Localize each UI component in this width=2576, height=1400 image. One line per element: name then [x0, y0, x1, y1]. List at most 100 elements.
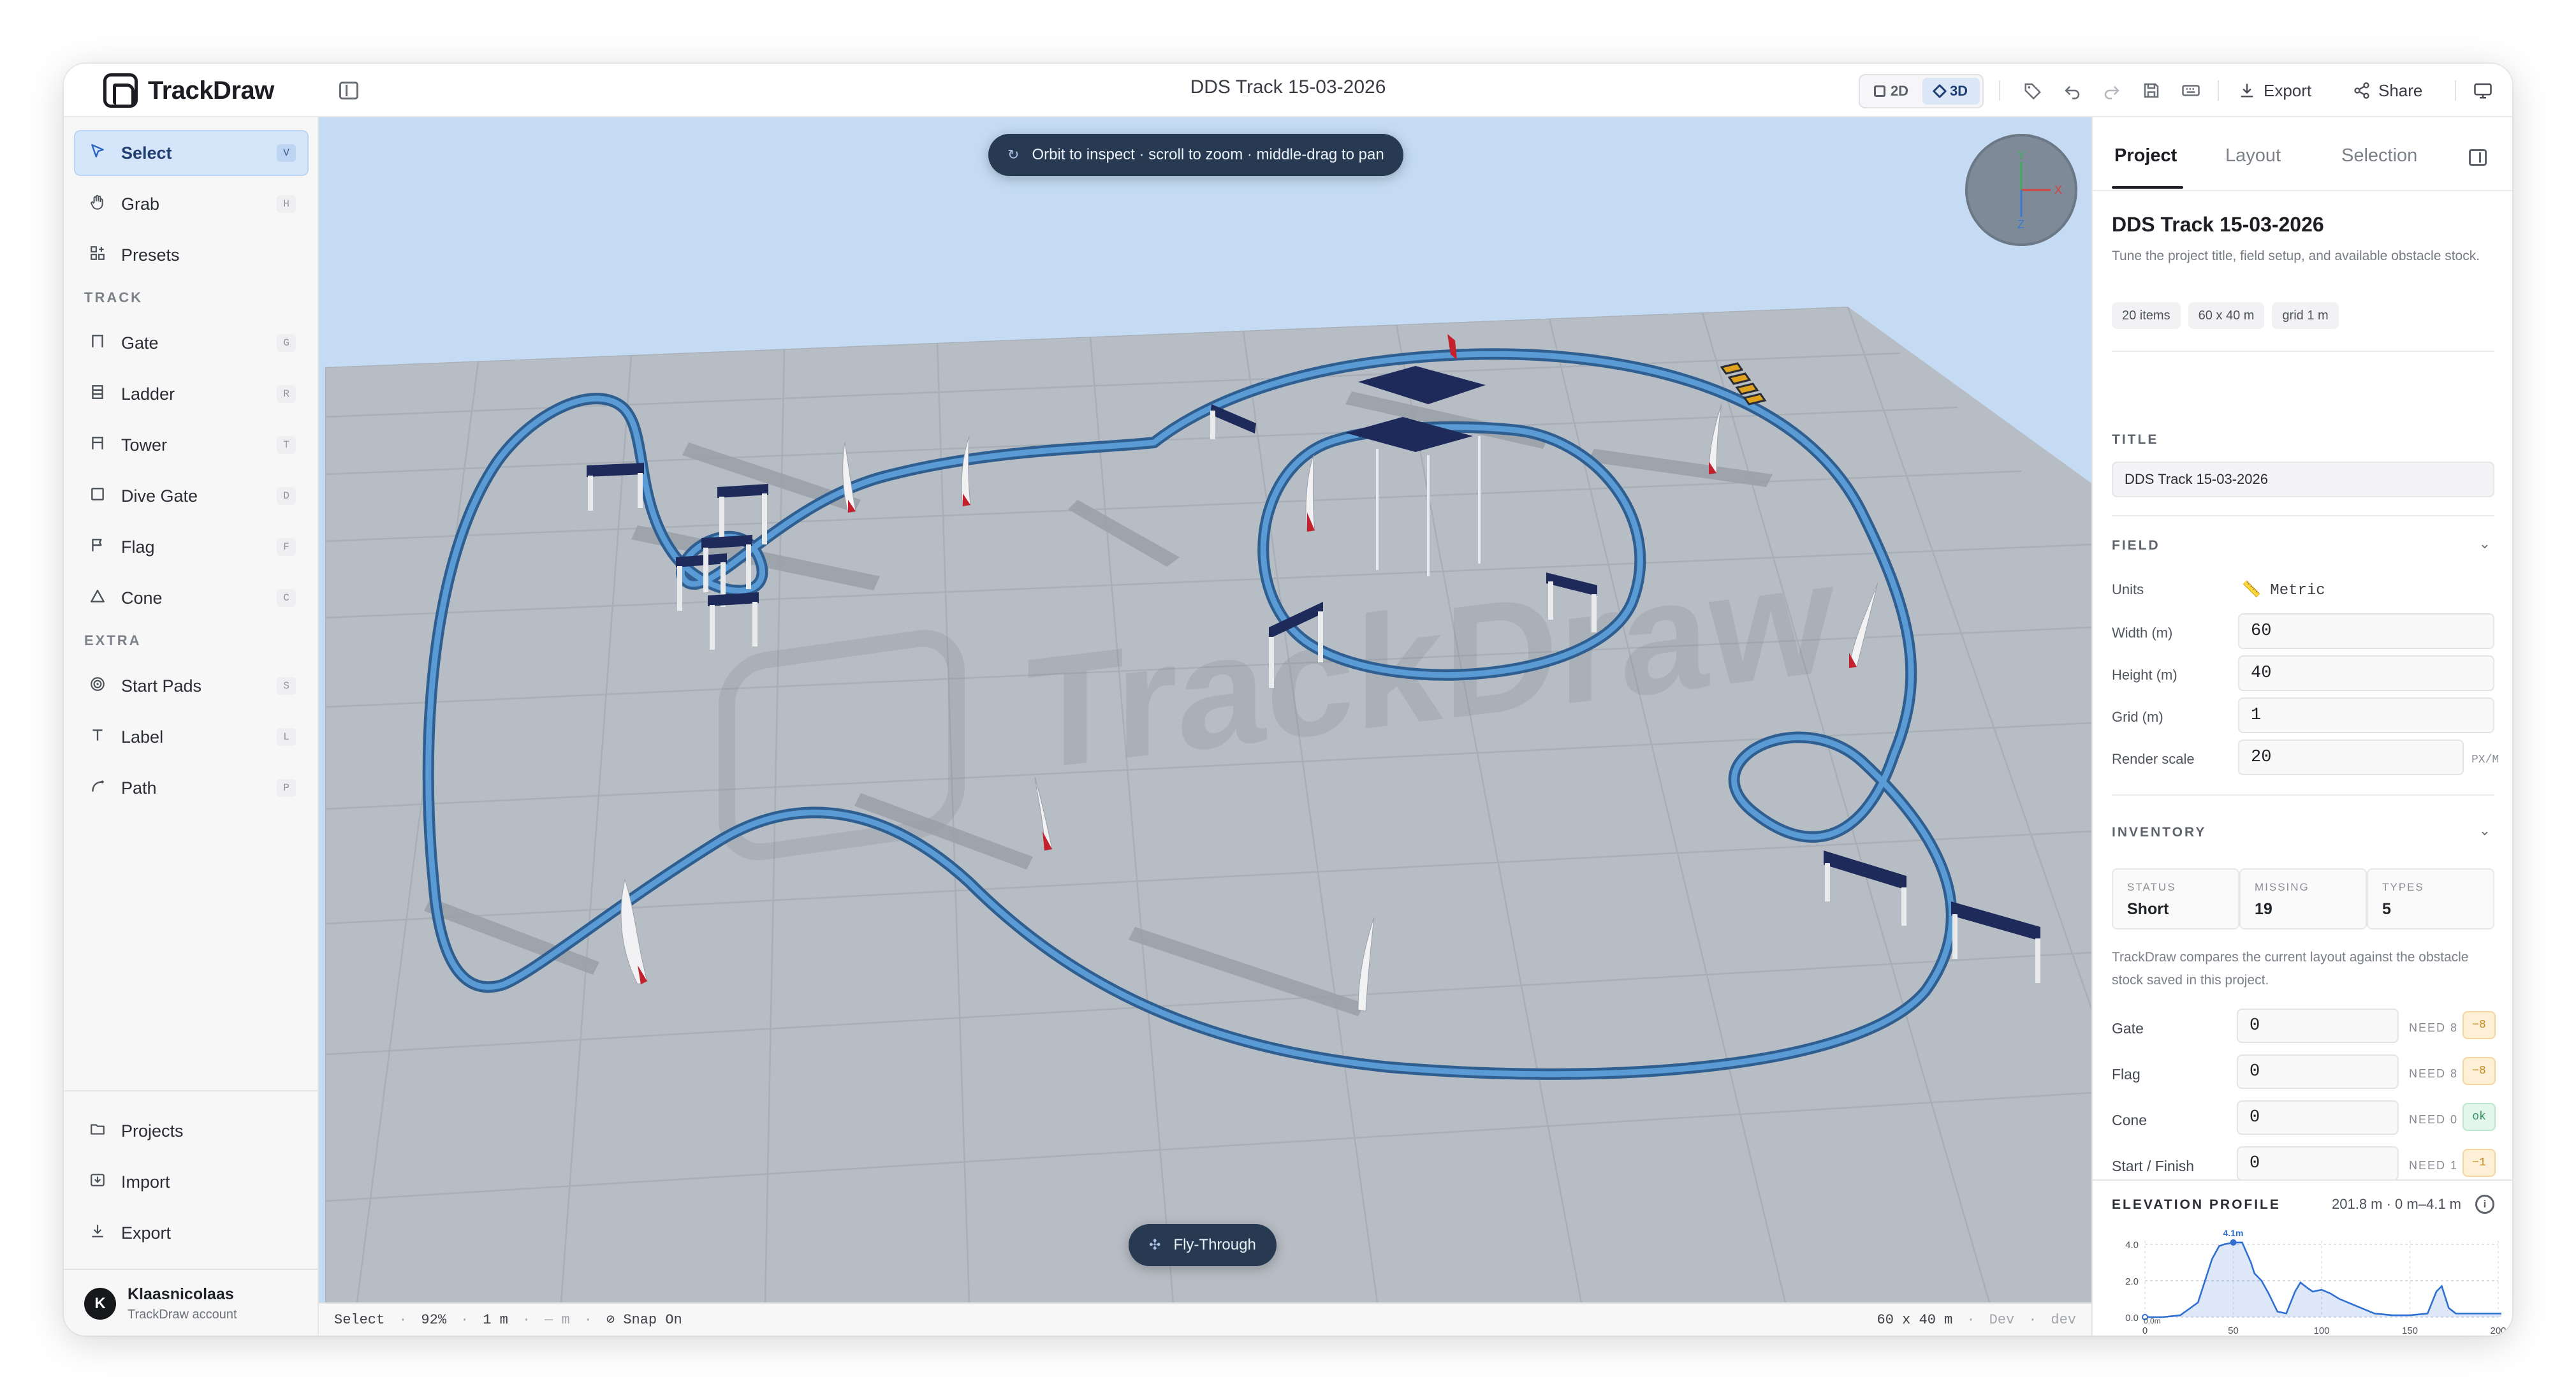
panel-tabs: Project Layout Selection: [2093, 117, 2512, 191]
tool-flag[interactable]: Flag F: [74, 524, 309, 570]
info-icon[interactable]: i: [2475, 1195, 2494, 1214]
inventory-row-label: Flag: [2112, 1066, 2141, 1083]
tool-label: Tower: [121, 435, 168, 455]
tool-label: Grab: [121, 194, 160, 214]
snap-toggle[interactable]: ⊘ Snap On: [606, 1311, 682, 1328]
width-input[interactable]: 60: [2238, 613, 2494, 649]
chevron-down-icon[interactable]: ⌄: [2479, 822, 2491, 839]
share-button[interactable]: Share: [2353, 75, 2422, 106]
section-divider: [2112, 794, 2494, 796]
units-selector[interactable]: 📏 Metric: [2242, 580, 2325, 599]
user-account[interactable]: K Klaasnicolaas TrackDraw account: [84, 1285, 237, 1322]
scene-canvas[interactable]: TrackDraw: [319, 117, 2091, 1302]
status-tool: Select: [334, 1311, 385, 1328]
target-icon: [88, 676, 107, 697]
tool-gate[interactable]: Gate G: [74, 320, 309, 366]
status-key: STATUS: [2127, 881, 2176, 893]
tool-label: Dive Gate: [121, 486, 198, 506]
tool-dive-gate[interactable]: Dive Gate D: [74, 473, 309, 519]
tool-ladder[interactable]: Ladder R: [74, 371, 309, 417]
types-key: TYPES: [2382, 881, 2424, 893]
path-icon: [88, 778, 107, 799]
inventory-badge: ok: [2463, 1103, 2496, 1131]
height-input[interactable]: 40: [2238, 655, 2494, 691]
project-description: Tune the project title, field setup, and…: [2112, 249, 2480, 263]
field-section-heading: FIELD: [2112, 538, 2160, 553]
save-icon[interactable]: [2139, 78, 2164, 103]
render-scale-unit: PX/M: [2471, 754, 2499, 766]
view-2d-button[interactable]: 2D: [1862, 78, 1920, 105]
monitor-icon[interactable]: [2470, 78, 2496, 103]
project-title: DDS Track 15-03-2026: [2112, 213, 2324, 236]
sidebar-toggle-icon[interactable]: [339, 82, 358, 99]
tool-start-pads[interactable]: Start Pads S: [74, 663, 309, 709]
grid-input[interactable]: 1: [2238, 697, 2494, 733]
nav-projects[interactable]: Projects: [74, 1108, 309, 1154]
tool-cone[interactable]: Cone C: [74, 575, 309, 621]
axis-y-label: Y: [2017, 149, 2025, 162]
x-tick-label: 0: [2142, 1325, 2148, 1336]
inventory-need: NEED 8: [2409, 1067, 2459, 1080]
tag-icon[interactable]: [2020, 78, 2045, 103]
shortcut-key: V: [277, 144, 296, 162]
tool-grab[interactable]: Grab H: [74, 181, 309, 227]
3d-viewport[interactable]: TrackDraw ↻ Orbit to inspect · scroll to…: [319, 117, 2091, 1302]
tool-label: Flag: [121, 537, 155, 557]
ladder-icon: [88, 384, 107, 405]
collapse-panel-icon[interactable]: [2469, 149, 2487, 166]
top-bar: TrackDraw DDS Track 15-03-2026 2D 3D Exp…: [64, 64, 2512, 117]
flag-icon: [88, 537, 107, 558]
tool-label: Start Pads: [121, 676, 202, 696]
tool-tower[interactable]: Tower T: [74, 422, 309, 468]
elevation-chart[interactable]: 0.0 2.0 4.0 0 50 100 150 200 4.1m 0.0m: [2093, 1223, 2512, 1336]
tool-presets[interactable]: Presets: [74, 232, 309, 278]
chevron-down-icon[interactable]: ⌄: [2479, 536, 2491, 552]
elevation-meta: 201.8 m · 0 m–4.1 m: [2332, 1196, 2461, 1212]
elevation-title: ELEVATION PROFILE: [2112, 1197, 2281, 1212]
tool-label-text[interactable]: Label L: [74, 714, 309, 760]
tab-layout[interactable]: Layout: [2225, 145, 2281, 166]
view-3d-button[interactable]: 3D: [1922, 78, 1980, 105]
redo-icon[interactable]: [2099, 78, 2125, 103]
view-mode-toggle: 2D 3D: [1859, 74, 1984, 108]
y-tick-label: 4.0: [2125, 1240, 2139, 1251]
export-button[interactable]: Export: [2238, 75, 2311, 106]
render-scale-input[interactable]: 20: [2238, 740, 2464, 775]
inventory-cone-input[interactable]: 0: [2237, 1100, 2399, 1135]
undo-icon[interactable]: [2060, 78, 2085, 103]
sidebar-divider: [64, 1269, 319, 1270]
tower-icon: [88, 435, 107, 456]
fly-through-button[interactable]: ✣ Fly-Through: [1129, 1224, 1277, 1266]
avatar: K: [84, 1288, 116, 1320]
x-tick-label: 200: [2490, 1325, 2506, 1336]
inventory-flag-input[interactable]: 0: [2237, 1054, 2399, 1089]
tool-label: Presets: [121, 245, 180, 265]
ruler-icon: 📏: [2242, 582, 2261, 599]
inventory-start-finish-input[interactable]: 0: [2237, 1146, 2399, 1181]
view-3d-label: 3D: [1949, 83, 1968, 99]
units-value: Metric: [2270, 582, 2325, 599]
nav-import[interactable]: Import: [74, 1159, 309, 1205]
axis-gizmo[interactable]: Y X Z: [1965, 134, 2077, 246]
orbit-icon: ↻: [1007, 147, 1020, 163]
tool-label: Ladder: [121, 384, 175, 404]
nav-label: Import: [121, 1172, 170, 1192]
inventory-types: TYPES 5: [2367, 868, 2494, 930]
inventory-gate-input[interactable]: 0: [2237, 1009, 2399, 1043]
axis-x-label: X: [2054, 184, 2062, 196]
nav-export[interactable]: Export: [74, 1210, 309, 1256]
tool-path[interactable]: Path P: [74, 765, 309, 811]
gate-icon: [88, 333, 107, 354]
height-label: Height (m): [2112, 667, 2177, 683]
tab-project[interactable]: Project: [2114, 145, 2177, 166]
keyboard-icon[interactable]: [2178, 78, 2204, 103]
tool-select[interactable]: Select V: [74, 130, 309, 176]
title-input[interactable]: DDS Track 15-03-2026: [2112, 462, 2494, 497]
hand-icon: [88, 194, 107, 215]
folder-icon: [88, 1121, 107, 1142]
app-logo[interactable]: TrackDraw: [103, 71, 274, 110]
inventory-status: STATUS Short: [2112, 868, 2239, 930]
share-icon: [2354, 82, 2369, 99]
grid-plus-icon: [88, 245, 107, 266]
tab-selection[interactable]: Selection: [2341, 145, 2417, 166]
